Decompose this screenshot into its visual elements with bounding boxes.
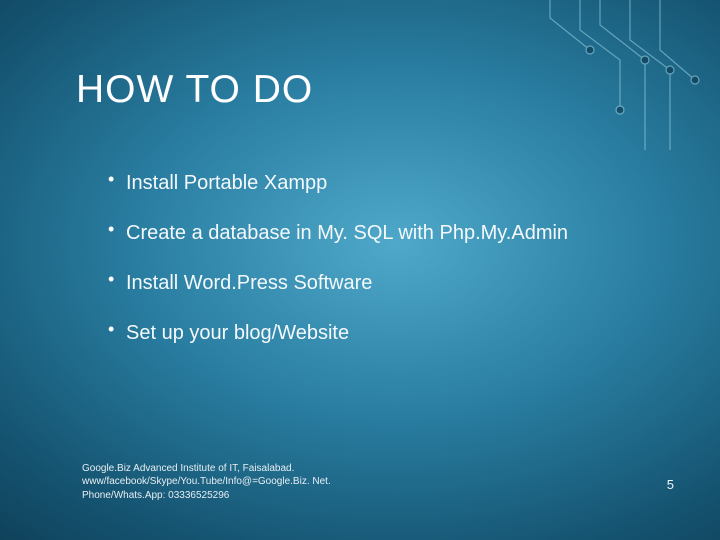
footer-text: Google.Biz Advanced Institute of IT, Fai… — [82, 462, 331, 503]
slide-title: HOW TO DO — [76, 68, 313, 112]
list-item: Set up your blog/Website — [108, 320, 660, 346]
decorative-circuit — [520, 0, 720, 150]
list-item: Install Word.Press Software — [108, 270, 660, 296]
footer-line: Google.Biz Advanced Institute of IT, Fai… — [82, 462, 331, 476]
list-item: Create a database in My. SQL with Php.My… — [108, 220, 660, 246]
slide: HOW TO DO Install Portable Xampp Create … — [0, 0, 720, 540]
footer-line: Phone/Whats.App: 03336525296 — [82, 489, 331, 503]
footer-line: www/facebook/Skype/You.Tube/Info@=Google… — [82, 475, 331, 489]
page-number: 5 — [667, 477, 674, 492]
list-item: Install Portable Xampp — [108, 170, 660, 196]
bullet-list: Install Portable Xampp Create a database… — [108, 170, 660, 370]
